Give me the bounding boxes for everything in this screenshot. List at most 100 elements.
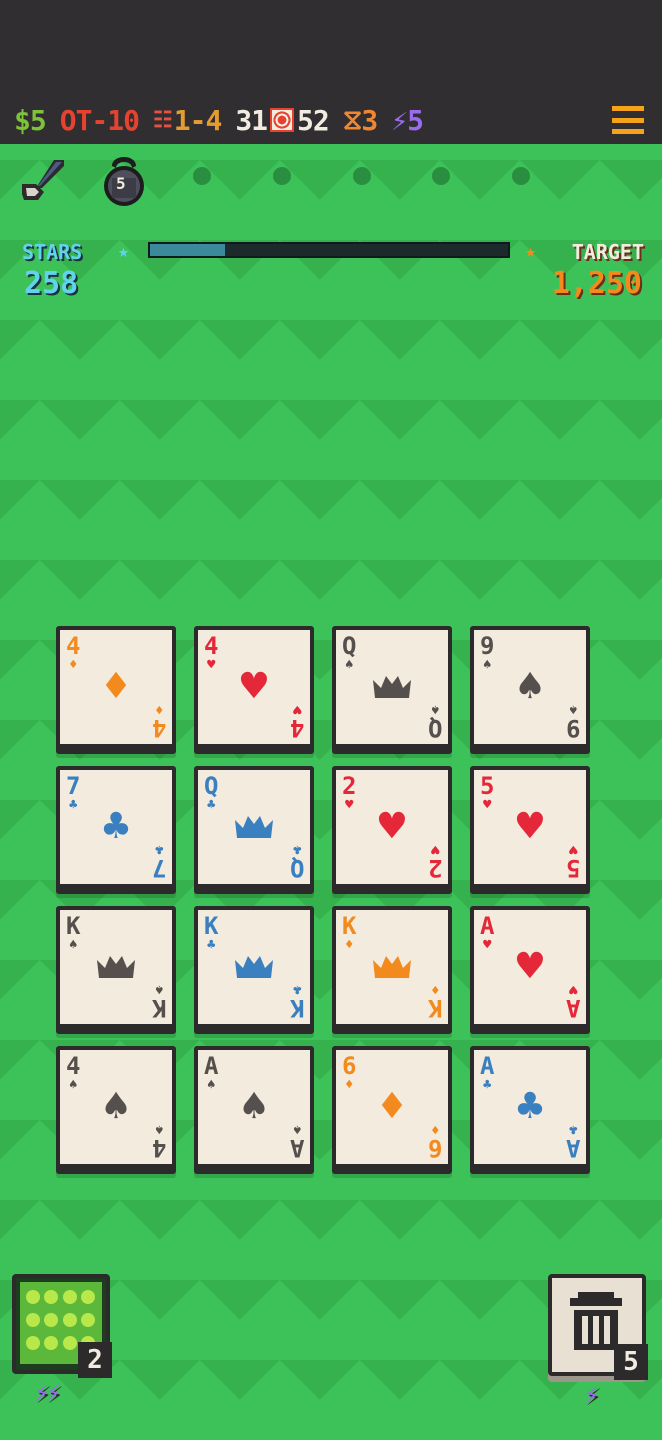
card-4-diamond[interactable]: 4 ♦ ♦ 4 ♦ <box>56 626 176 748</box>
card-rank: A <box>204 1052 219 1080</box>
spade-icon: ♠ <box>102 1081 130 1132</box>
spade-icon: ♠ <box>69 1077 78 1093</box>
card-rank: A <box>565 994 580 1022</box>
card-A-club[interactable]: A ♣ ♣ A ♣ <box>470 1046 590 1168</box>
card-corner-bottom: Q ♣ <box>289 841 304 882</box>
hands-counter: ⧖ 3 <box>342 103 379 137</box>
card-corner-top: 7 ♣ <box>66 774 80 812</box>
club-icon: ♣ <box>207 797 216 813</box>
round-value: OT-10 <box>59 103 140 137</box>
card-rank: 7 <box>151 854 166 882</box>
card-A-heart[interactable]: A ♥ ♥ A ♥ <box>470 906 590 1028</box>
card-corner-bottom: Q ♠ <box>428 701 442 742</box>
card-rank: 2 <box>342 772 357 800</box>
card-corner-bottom: 4 ♥ <box>289 701 304 742</box>
card-corner-bottom: 2 ♥ <box>428 841 442 882</box>
card-corner-bottom: K ♦ <box>428 981 442 1022</box>
card-corner-top: 5 ♥ <box>480 774 494 812</box>
heart-icon: ♥ <box>345 797 354 813</box>
empty-slot[interactable] <box>193 167 211 185</box>
card-corner-top: K ♣ <box>204 914 218 952</box>
card-rank: 4 <box>151 714 166 742</box>
card-rank: Q <box>204 772 219 800</box>
menu-button[interactable] <box>612 104 644 136</box>
empty-slot[interactable] <box>512 167 530 185</box>
card-rank: A <box>565 1134 580 1162</box>
energy-value: 5 <box>407 103 424 137</box>
score-progress: STARS ★ ★ TARGET 258 1,250 <box>22 236 644 306</box>
hands-value: 3 <box>361 103 378 137</box>
card-corner-top: 4 ♥ <box>204 634 218 672</box>
card-A-spade[interactable]: A ♠ ♠ A ♠ <box>194 1046 314 1168</box>
trash-button-count: 5 <box>614 1344 648 1380</box>
card-corner-bottom: A ♥ <box>565 981 580 1022</box>
deck-button[interactable]: 2 <box>12 1274 112 1378</box>
card-rank: 5 <box>480 772 495 800</box>
card-4-spade[interactable]: 4 ♠ ♠ 4 ♠ <box>56 1046 176 1168</box>
card-corner-top: A ♥ <box>480 914 494 952</box>
card-corner-bottom: K ♣ <box>290 981 304 1022</box>
hourglass-icon: ⧖ <box>342 103 363 136</box>
card-7-club[interactable]: 7 ♣ ♣ 7 ♣ <box>56 766 176 888</box>
stage-counter: ☷ 1-4 <box>153 103 223 137</box>
tool-slots: 5 <box>0 148 662 208</box>
trash-cost-icon: ⚡ <box>584 1380 600 1410</box>
card-K-diamond[interactable]: K ♦ K ♦ <box>332 906 452 1028</box>
card-9-spade[interactable]: 9 ♠ ♠ 9 ♠ <box>470 626 590 748</box>
club-icon: ♣ <box>483 1077 492 1093</box>
card-rank: 4 <box>66 1052 81 1080</box>
trash-button[interactable]: 5 <box>548 1274 648 1380</box>
spade-icon: ♠ <box>483 657 492 673</box>
card-rank: A <box>289 1134 304 1162</box>
card-4-heart[interactable]: 4 ♥ ♥ 4 ♥ <box>194 626 314 748</box>
card-corner-bottom: 5 ♥ <box>566 841 580 882</box>
crown-icon <box>373 676 411 698</box>
card-rank: 4 <box>66 632 81 660</box>
card-corner-top: Q ♠ <box>342 634 356 672</box>
diamond-icon: ♦ <box>378 1081 406 1132</box>
empty-slot[interactable] <box>353 167 371 185</box>
card-corner-bottom: A ♣ <box>565 1121 580 1162</box>
card-rank: Q <box>289 854 304 882</box>
card-rank: 9 <box>480 632 495 660</box>
club-icon: ♣ <box>102 801 130 852</box>
card-corner-top: 9 ♠ <box>480 634 494 672</box>
card-K-spade[interactable]: K ♠ K ♠ <box>56 906 176 1028</box>
card-corner-bottom: 6 ♦ <box>427 1121 442 1162</box>
deck-counter: 31 52 <box>235 103 330 137</box>
card-Q-club[interactable]: Q ♣ Q ♣ <box>194 766 314 888</box>
star-icon: ★ <box>118 241 129 262</box>
stage-icon: ☷ <box>153 107 173 133</box>
card-rank: K <box>66 912 81 940</box>
card-corner-bottom: 7 ♣ <box>151 841 166 882</box>
club-icon: ♣ <box>207 937 216 953</box>
heart-icon: ♥ <box>516 801 544 852</box>
diamond-icon: ♦ <box>345 1077 354 1093</box>
stage-value: 1-4 <box>173 103 223 137</box>
card-corner-bottom: 4 ♠ <box>152 1121 166 1162</box>
card-5-heart[interactable]: 5 ♥ ♥ 5 ♥ <box>470 766 590 888</box>
stars-label: STARS <box>22 240 83 264</box>
empty-slot[interactable] <box>432 167 450 185</box>
card-K-club[interactable]: K ♣ K ♣ <box>194 906 314 1028</box>
card-Q-spade[interactable]: Q ♠ Q ♠ <box>332 626 452 748</box>
empty-slot[interactable] <box>273 167 291 185</box>
menu-icon-line <box>612 117 644 123</box>
deck-left-value: 31 <box>235 103 268 137</box>
card-rank: 4 <box>289 714 304 742</box>
card-corner-bottom: A ♠ <box>289 1121 304 1162</box>
card-corner-top: 6 ♦ <box>342 1054 356 1092</box>
deck-total-value: 52 <box>297 103 330 137</box>
crown-icon <box>235 956 273 978</box>
deck-cost-icons: ⚡⚡ <box>34 1378 61 1408</box>
card-6-diamond[interactable]: 6 ♦ ♦ 6 ♦ <box>332 1046 452 1168</box>
card-rank: 6 <box>427 1134 442 1162</box>
round-counter: OT-10 <box>59 103 140 137</box>
money-counter: $5 <box>14 104 47 137</box>
card-corner-top: 4 ♦ <box>66 634 80 672</box>
lightning-icon: ⚡ <box>391 103 408 137</box>
card-corner-bottom: 9 ♠ <box>566 701 580 742</box>
golf-club-icon[interactable] <box>18 154 70 206</box>
card-2-heart[interactable]: 2 ♥ ♥ 2 ♥ <box>332 766 452 888</box>
target-value: 1,250 <box>551 266 642 301</box>
